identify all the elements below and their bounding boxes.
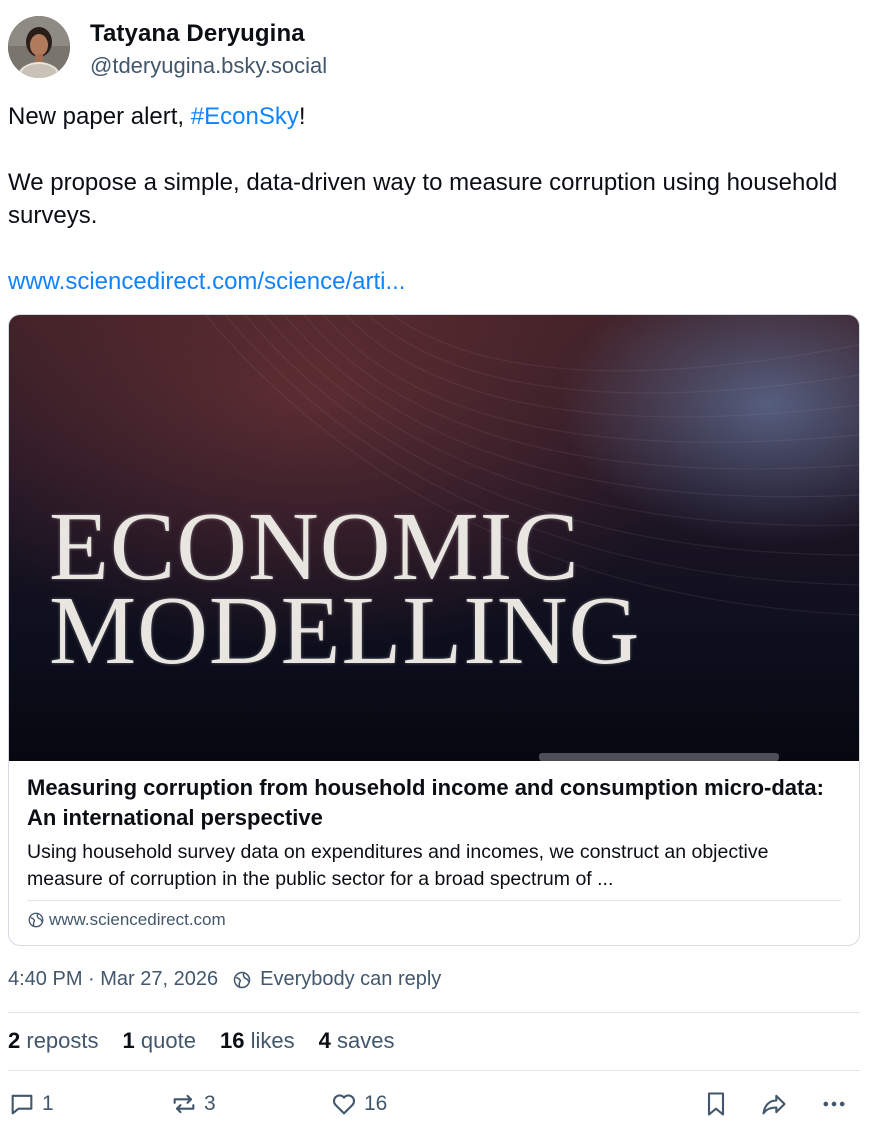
- share-button[interactable]: [760, 1090, 788, 1118]
- post-text-line-2: We propose a simple, data-driven way to …: [8, 169, 838, 229]
- link-preview-body: Measuring corruption from household inco…: [27, 773, 842, 893]
- link-preview-description: Using household survey data on expenditu…: [27, 841, 769, 890]
- post-timestamp[interactable]: 4:40 PM · Mar 27, 2026: [8, 968, 218, 991]
- reply-button[interactable]: 1: [8, 1090, 54, 1118]
- link-preview-domain: www.sciencedirect.com: [27, 910, 226, 930]
- bookmark-icon: [707, 1092, 725, 1116]
- post-meta: 4:40 PM · Mar 27, 2026 Everybody can rep…: [8, 968, 441, 991]
- quotes-stat[interactable]: 1 quote: [123, 1028, 196, 1054]
- share-icon: [762, 1094, 786, 1115]
- journal-title-line-2: MODELLING: [49, 577, 641, 685]
- globe-icon: [28, 912, 44, 928]
- post-action-bar: 1 3 16: [8, 1090, 860, 1126]
- author-handle[interactable]: @tderyugina.bsky.social: [90, 53, 327, 79]
- globe-icon: [233, 971, 251, 988]
- post-text: New paper alert, #EconSky! We propose a …: [8, 100, 853, 298]
- more-options-button[interactable]: [820, 1090, 848, 1118]
- link-preview-title: Measuring corruption from household inco…: [27, 775, 824, 830]
- link-preview-divider: [27, 900, 841, 901]
- post-author-header: Tatyana Deryugina @tderyugina.bsky.socia…: [8, 16, 860, 80]
- post-text-suffix: !: [298, 103, 306, 130]
- avatar[interactable]: [8, 16, 70, 78]
- saves-stat: 4 saves: [318, 1028, 395, 1053]
- repost-count: 3: [204, 1092, 216, 1115]
- like-count: 16: [364, 1092, 388, 1115]
- journal-cover-title: ECONOMIC MODELLING: [49, 498, 641, 685]
- reply-icon: [11, 1094, 33, 1115]
- divider: [8, 1070, 860, 1071]
- like-icon: [332, 1094, 356, 1115]
- like-button[interactable]: 16: [330, 1090, 387, 1118]
- repost-button[interactable]: 3: [170, 1090, 216, 1118]
- repost-icon: [173, 1094, 195, 1114]
- likes-stat[interactable]: 16 likes: [220, 1028, 295, 1054]
- reply-setting: Everybody can reply: [260, 968, 442, 990]
- author-name[interactable]: Tatyana Deryugina: [90, 20, 305, 48]
- more-icon: [823, 1101, 845, 1107]
- post-text-prefix: New paper alert,: [8, 103, 191, 130]
- divider: [8, 1012, 860, 1013]
- post-url-link[interactable]: www.sciencedirect.com/science/arti...: [8, 268, 405, 295]
- post-text-line-1: New paper alert, #EconSky!: [8, 100, 853, 133]
- reposts-stat[interactable]: 2 reposts: [8, 1028, 99, 1054]
- reply-count: 1: [42, 1092, 54, 1115]
- link-preview-domain-text: www.sciencedirect.com: [49, 910, 226, 929]
- post-stats: 2 reposts 1 quote 16 likes 4 saves: [8, 1028, 418, 1054]
- bookmark-button[interactable]: [702, 1090, 730, 1118]
- hashtag-link[interactable]: #EconSky: [191, 103, 299, 130]
- link-preview-card[interactable]: ECONOMIC MODELLING Measuring corruption …: [8, 314, 860, 946]
- link-preview-image: ECONOMIC MODELLING: [9, 315, 859, 761]
